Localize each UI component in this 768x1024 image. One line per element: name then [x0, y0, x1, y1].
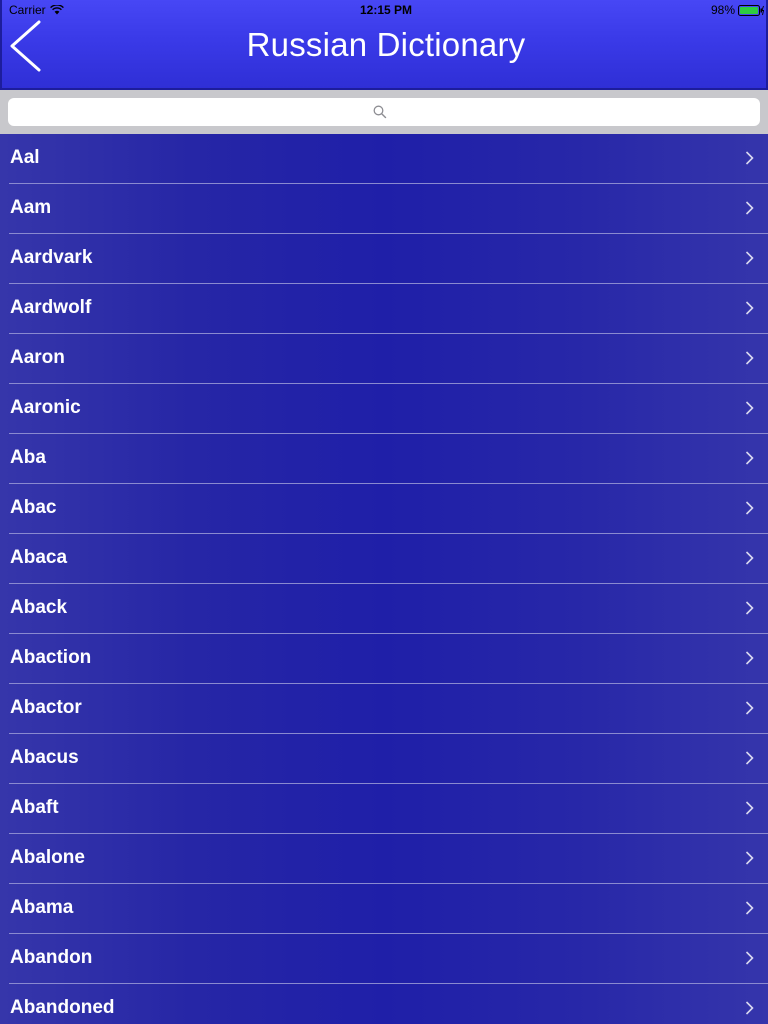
- list-item-label: Abac: [10, 497, 57, 518]
- chevron-right-icon: [745, 551, 754, 565]
- list-item-label: Aaron: [10, 347, 65, 368]
- battery-percent: 98%: [710, 3, 735, 17]
- list-item[interactable]: Abactor: [9, 684, 768, 734]
- list-item-label: Aardwolf: [10, 297, 92, 318]
- status-time: 12:15 PM: [359, 3, 413, 17]
- chevron-right-icon: [745, 201, 754, 215]
- list-item-label: Abama: [10, 897, 74, 918]
- header: Carrier 12:15 PM 98% Russian Dictionary: [0, 0, 768, 90]
- list-item[interactable]: Aardwolf: [9, 284, 768, 334]
- list-item[interactable]: Abama: [9, 884, 768, 934]
- list-item[interactable]: Aaronic: [9, 384, 768, 434]
- chevron-right-icon: [745, 451, 754, 465]
- list-item-label: Aal: [10, 147, 40, 168]
- list-item-label: Abaca: [10, 547, 68, 568]
- list-item[interactable]: Aam: [9, 184, 768, 234]
- list-item-label: Abandoned: [10, 997, 115, 1018]
- list-item-label: Aardvark: [10, 247, 93, 268]
- chevron-right-icon: [745, 751, 754, 765]
- list-item-label: Abaft: [10, 797, 59, 818]
- chevron-right-icon: [745, 701, 754, 715]
- list-item[interactable]: Aba: [9, 434, 768, 484]
- search-input[interactable]: [8, 98, 760, 126]
- list-item-label: Abaction: [10, 647, 92, 668]
- chevron-right-icon: [745, 351, 754, 365]
- chevron-right-icon: [745, 801, 754, 815]
- search-bar: [0, 90, 768, 134]
- list-item-label: Abandon: [10, 947, 93, 968]
- list-item[interactable]: Abaft: [9, 784, 768, 834]
- status-battery: 98%: [711, 3, 764, 17]
- list-item-label: Abactor: [10, 697, 82, 718]
- list-item[interactable]: Aardvark: [9, 234, 768, 284]
- list-item[interactable]: Abandon: [9, 934, 768, 984]
- chevron-right-icon: [745, 251, 754, 265]
- list-item-label: Abacus: [10, 747, 79, 768]
- list-item[interactable]: Abalone: [9, 834, 768, 884]
- chevron-right-icon: [745, 651, 754, 665]
- chevron-right-icon: [745, 851, 754, 865]
- chevron-right-icon: [745, 501, 754, 515]
- list-item[interactable]: Abacus: [9, 734, 768, 784]
- word-list: Aal Aam Aardvark Aardwolf Aaron Aaronic …: [0, 134, 768, 1024]
- status-bar: Carrier 12:15 PM 98%: [2, 0, 768, 20]
- battery-icon: [738, 4, 764, 16]
- list-item-label: Aam: [10, 197, 52, 218]
- chevron-right-icon: [745, 1001, 754, 1015]
- list-item-label: Aaronic: [10, 397, 81, 418]
- chevron-right-icon: [745, 951, 754, 965]
- list-item[interactable]: Abaction: [9, 634, 768, 684]
- list-item[interactable]: Abandoned: [9, 984, 768, 1024]
- page-title: Russian Dictionary: [246, 26, 526, 63]
- screen: Carrier 12:15 PM 98% Russian Dictionary …: [0, 0, 768, 1024]
- chevron-right-icon: [745, 301, 754, 315]
- chevron-right-icon: [745, 401, 754, 415]
- chevron-right-icon: [745, 601, 754, 615]
- list-item[interactable]: Aback: [9, 584, 768, 634]
- list-item[interactable]: Abac: [9, 484, 768, 534]
- list-item-label: Aba: [10, 447, 46, 468]
- list-item[interactable]: Abaca: [9, 534, 768, 584]
- chevron-right-icon: [745, 901, 754, 915]
- list-item-label: Abalone: [10, 847, 85, 868]
- list-item-label: Aback: [10, 597, 68, 618]
- list-item[interactable]: Aaron: [9, 334, 768, 384]
- nav-bar: Russian Dictionary: [2, 18, 768, 78]
- list-item[interactable]: Aal: [9, 134, 768, 184]
- chevron-right-icon: [745, 151, 754, 165]
